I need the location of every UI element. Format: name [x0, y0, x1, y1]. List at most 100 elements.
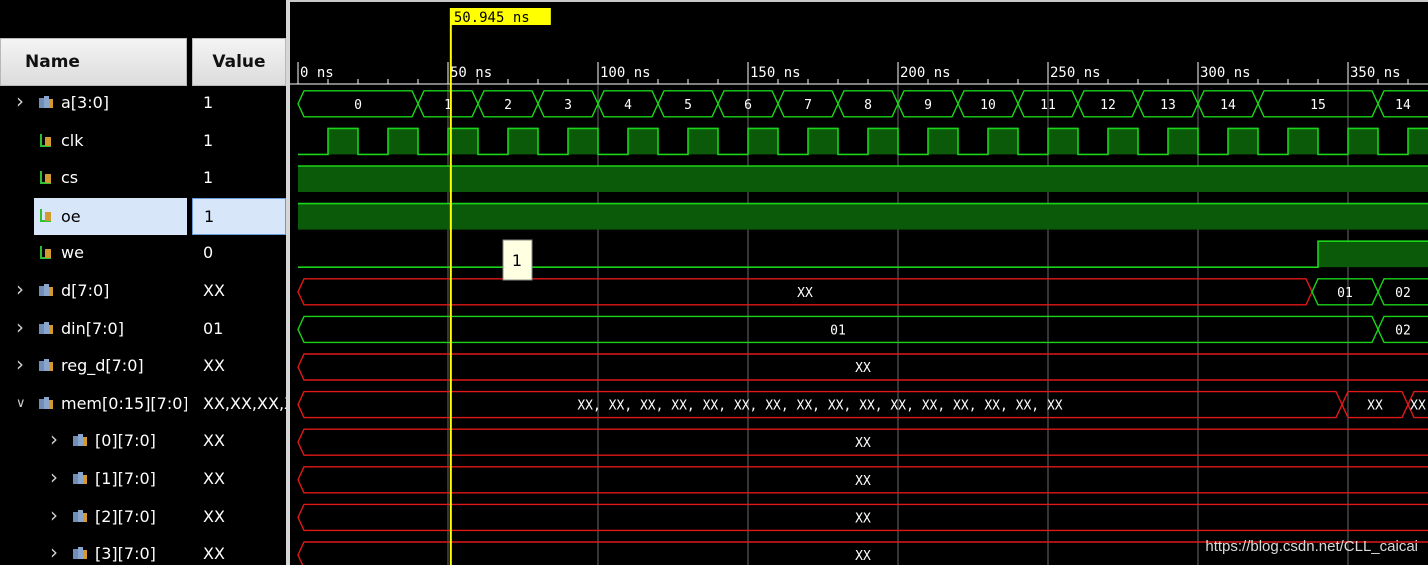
signal-value-cell[interactable]: XX,XX,XX,X — [192, 386, 286, 423]
bus-value-label: 15 — [1310, 98, 1326, 113]
clock-high-fill — [448, 128, 478, 155]
expand-chevron-icon[interactable]: › — [16, 89, 24, 113]
bus-value-label: 5 — [684, 98, 692, 113]
expand-chevron-icon[interactable]: › — [16, 315, 24, 339]
bus-signal-icon — [38, 283, 54, 298]
signal-value-cell[interactable]: 1 — [192, 85, 286, 122]
signal-name: [3][7:0] — [95, 544, 156, 564]
signal-name: clk — [61, 130, 84, 150]
signal-name: [0][7:0] — [95, 431, 156, 451]
signal-value-cell[interactable]: XX — [192, 423, 286, 460]
bus-signal-icon — [38, 358, 54, 373]
value-column: Value 1 1 1 1 0 XX 01 XX XX,XX,XX,X XX XX XX XX — [192, 0, 286, 565]
signal-name: [2][7:0] — [95, 506, 156, 526]
bus-value-label: 6 — [744, 98, 752, 113]
bus-value-label: 13 — [1160, 98, 1176, 113]
bus-value-label: 01 — [1337, 286, 1353, 301]
signal-row-clk[interactable]: clk — [0, 123, 187, 160]
signal-row-d-7-0[interactable]: › d[7:0] — [0, 273, 187, 310]
signal-row-oe[interactable]: oe — [0, 197, 187, 235]
signal-value-cell[interactable]: 1 — [192, 123, 286, 160]
ruler-tick-label: 200 ns — [900, 65, 951, 81]
bit-high-fill — [298, 203, 1428, 230]
signal-value-text: 1 — [203, 93, 214, 112]
bus-value-label: 8 — [864, 98, 872, 113]
signal-value-cell[interactable]: 1 — [192, 197, 286, 235]
clock-high-fill — [388, 128, 418, 155]
bus-value-label: 02 — [1395, 286, 1411, 301]
signal-name: din[7:0] — [61, 318, 124, 338]
bus-value-label: 2 — [504, 98, 512, 113]
clock-high-fill — [868, 128, 898, 155]
signal-value-cell[interactable]: 1 — [192, 160, 286, 197]
bit-waveform — [298, 240, 1428, 268]
bit-signal-icon — [38, 170, 54, 185]
bus-signal-icon — [72, 433, 88, 448]
clock-high-fill — [328, 128, 358, 155]
bus-value-label: 11 — [1040, 98, 1056, 113]
signal-name: [1][7:0] — [95, 469, 156, 488]
bus-value-label: XX — [797, 286, 813, 301]
clock-high-fill — [508, 128, 538, 155]
bus-signal-icon — [38, 396, 54, 411]
expand-chevron-icon[interactable]: › — [16, 352, 24, 376]
signal-row-reg-d-7-0[interactable]: › reg_d[7:0] — [0, 348, 187, 385]
expand-chevron-icon[interactable]: › — [50, 503, 58, 527]
bus-value-label: 3 — [564, 98, 572, 113]
signal-value-cell[interactable]: XX — [192, 348, 286, 385]
signal-row-din-7-0[interactable]: › din[7:0] — [0, 311, 187, 348]
signal-name: cs — [61, 168, 79, 188]
bus-value-label: XX — [1367, 399, 1383, 414]
signal-name: we — [61, 243, 84, 263]
signal-row-mem-0-15-7-0[interactable]: ∨ mem[0:15][7:0] — [0, 386, 187, 423]
signal-value-text: XX — [203, 281, 225, 300]
signal-value-cell[interactable]: 01 — [192, 311, 286, 348]
signal-value-cell[interactable]: XX — [192, 461, 286, 498]
signal-row-a-3-0[interactable]: › a[3:0] — [0, 85, 187, 122]
signal-value-text: 1 — [203, 130, 214, 150]
signal-name: d[7:0] — [61, 281, 110, 300]
signal-row-3-7-0[interactable]: › [3][7:0] — [0, 536, 187, 565]
clock-high-fill — [688, 128, 718, 155]
waveform-panel[interactable]: 0 ns 50 ns 100 ns 150 ns 200 ns 250 ns 300 ns 3… — [290, 0, 1428, 565]
signal-value-cell[interactable]: XX — [192, 499, 286, 536]
clock-high-fill — [1048, 128, 1078, 155]
bus-value-label: XX, XX, XX, XX, XX, XX, XX, XX, XX, XX, … — [577, 399, 1062, 414]
signal-value-cell[interactable]: XX — [192, 273, 286, 310]
clock-high-fill — [988, 128, 1018, 155]
bus-value-label: XX — [855, 474, 871, 489]
expand-chevron-icon[interactable]: › — [50, 465, 58, 489]
bit-signal-icon — [38, 208, 54, 223]
signal-row-2-7-0[interactable]: › [2][7:0] — [0, 499, 187, 536]
collapse-chevron-icon[interactable]: ∨ — [16, 396, 26, 411]
ruler-tick-label: 50 ns — [450, 65, 492, 81]
bus-signal-icon — [38, 95, 54, 110]
ruler-tick-label: 0 ns — [300, 65, 334, 81]
bit-high-fill — [1318, 241, 1428, 268]
value-column-header[interactable]: Value — [192, 38, 286, 86]
expand-chevron-icon[interactable]: › — [16, 277, 24, 301]
signal-value-cell[interactable]: XX — [192, 536, 286, 565]
signal-value-cell[interactable]: 0 — [192, 235, 286, 272]
bus-value-label: XX — [855, 361, 871, 376]
signal-row-1-7-0[interactable]: › [1][7:0] — [0, 461, 187, 498]
clock-high-fill — [1108, 128, 1138, 155]
signal-name: mem[0:15][7:0] — [61, 393, 187, 413]
signal-value-text: XX — [203, 431, 225, 451]
bus-value-label: 01 — [830, 323, 846, 338]
name-column-header[interactable]: Name — [0, 38, 187, 86]
bit-high-fill — [298, 166, 1428, 192]
clock-high-fill — [1288, 128, 1318, 155]
bus-value-label: XX — [855, 549, 871, 564]
signal-row-0-7-0[interactable]: › [0][7:0] — [0, 423, 187, 460]
clock-high-fill — [1408, 128, 1428, 155]
bus-value-label: 14 — [1220, 98, 1236, 113]
expand-chevron-icon[interactable]: › — [50, 427, 58, 451]
signal-row-we[interactable]: we — [0, 235, 187, 272]
ruler-tick-label: 350 ns — [1350, 65, 1401, 81]
expand-chevron-icon[interactable]: › — [50, 540, 58, 564]
bus-signal-icon — [72, 509, 88, 524]
signal-row-cs[interactable]: cs — [0, 160, 187, 197]
waveform-canvas[interactable]: 0 ns 50 ns 100 ns 150 ns 200 ns 250 ns 300 ns 3… — [290, 0, 1428, 565]
top-border — [290, 0, 1428, 2]
